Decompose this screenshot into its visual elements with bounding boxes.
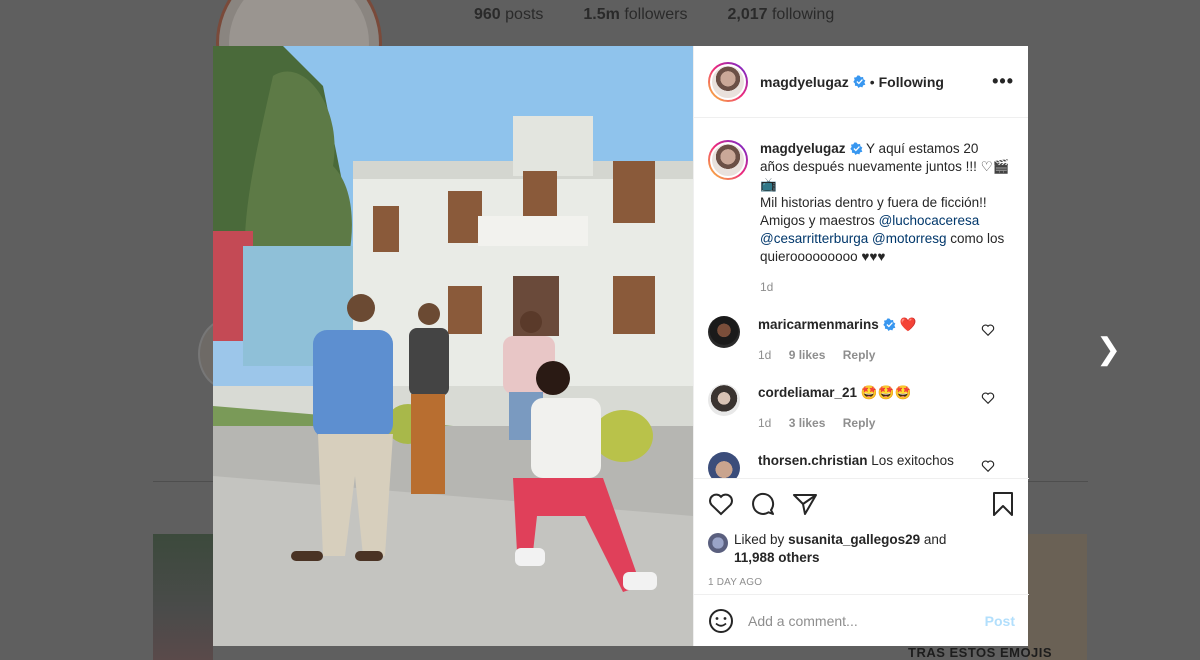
posts-stat: 960 posts xyxy=(474,6,543,24)
action-icons xyxy=(708,491,1015,517)
post-header: magdyelugaz • Following ••• xyxy=(694,46,1028,118)
grid-thumbnail-caption: TRAS ESTOS EMOJIS xyxy=(908,645,1053,660)
followers-stat: 1.5m followers xyxy=(583,6,687,24)
like-comment-heart-icon[interactable] xyxy=(981,391,995,405)
comment: cordeliamar_21 🤩🤩🤩 1d 3 likes Reply xyxy=(708,384,1015,432)
caption-author-avatar[interactable] xyxy=(708,140,748,180)
verified-badge-icon xyxy=(853,75,866,88)
mention-link[interactable]: @motorresg xyxy=(872,231,946,246)
post-comment-button[interactable]: Post xyxy=(985,613,1015,629)
comments-list[interactable]: magdyelugaz Y aquí estamos 20 años despu… xyxy=(694,118,1029,478)
comment-likes[interactable]: 3 likes xyxy=(789,416,826,430)
comment-bubble-icon[interactable] xyxy=(750,491,776,517)
reply-button[interactable]: Reply xyxy=(843,348,876,362)
mention-link[interactable]: @luchocaceresa xyxy=(879,213,980,228)
comment-text: Los exitochos xyxy=(871,453,954,468)
comment-age: 1d xyxy=(758,416,772,430)
emoji-smiley-icon[interactable] xyxy=(708,608,734,634)
comment-meta: 1d 3 likes Reply xyxy=(758,414,983,432)
commenter-avatar[interactable] xyxy=(708,384,740,416)
comment: maricarmenmarins ❤️ 1d 9 likes Reply xyxy=(708,316,1015,364)
commenter-username[interactable]: maricarmenmarins xyxy=(758,317,879,332)
profile-stats: 960 posts 1.5m followers 2,017 following xyxy=(474,6,834,24)
liked-by-text: Liked by susanita_gallegos29 and 11,988 … xyxy=(734,531,946,567)
post-photo[interactable] xyxy=(213,46,693,646)
verified-badge-icon xyxy=(883,318,896,331)
post-modal: magdyelugaz • Following ••• magdyelugaz … xyxy=(213,46,1029,646)
verified-badge-icon xyxy=(849,142,862,155)
following-count: 2,017 xyxy=(727,6,768,23)
post-side-panel: magdyelugaz • Following ••• magdyelugaz … xyxy=(693,46,1029,646)
comment-body: maricarmenmarins ❤️ 1d 9 likes Reply xyxy=(758,316,983,364)
comment-body: cordeliamar_21 🤩🤩🤩 1d 3 likes Reply xyxy=(758,384,983,432)
comment-age: 1d xyxy=(758,348,772,362)
add-comment-bar: Add a comment... Post xyxy=(694,594,1029,646)
liked-by-prefix: Liked by xyxy=(734,532,785,547)
following-button[interactable]: Following xyxy=(879,74,944,90)
posts-count: 960 xyxy=(474,6,501,23)
grid-thumbnail xyxy=(153,534,213,660)
commenter-avatar[interactable] xyxy=(708,452,740,478)
liker-username[interactable]: susanita_gallegos29 xyxy=(788,532,920,547)
post-timestamp[interactable]: 1 DAY AGO xyxy=(708,577,1015,588)
followers-count: 1.5m xyxy=(583,6,620,23)
comment-text: ❤️ xyxy=(899,317,917,332)
following-stat: 2,017 following xyxy=(727,6,834,24)
like-comment-heart-icon[interactable] xyxy=(981,459,995,473)
posts-label: posts xyxy=(505,6,544,23)
add-comment-input[interactable]: Add a comment... xyxy=(748,613,985,629)
like-heart-icon[interactable] xyxy=(708,492,734,516)
commenter-username[interactable]: cordeliamar_21 xyxy=(758,385,857,400)
comment-meta: 1d 9 likes Reply xyxy=(758,346,983,364)
followers-label: followers xyxy=(624,6,688,23)
share-paper-plane-icon[interactable] xyxy=(792,491,818,517)
reply-button[interactable]: Reply xyxy=(843,416,876,430)
commenter-avatar[interactable] xyxy=(708,316,740,348)
caption-author-username[interactable]: magdyelugaz xyxy=(760,141,846,156)
person-2 xyxy=(409,303,449,494)
more-options-icon[interactable]: ••• xyxy=(992,71,1014,92)
header-separator: • xyxy=(869,73,875,90)
post-caption: magdyelugaz Y aquí estamos 20 años despu… xyxy=(708,140,1015,296)
post-photo-illustration xyxy=(213,46,693,646)
like-comment-heart-icon[interactable] xyxy=(981,323,995,337)
mention-link[interactable]: @cesarritterburga xyxy=(760,231,868,246)
likes-count[interactable]: 11,988 others xyxy=(734,550,820,565)
post-actions: Liked by susanita_gallegos29 and 11,988 … xyxy=(694,478,1029,588)
comment-body: thorsen.christian Los exitochos xyxy=(758,452,983,478)
caption-text: magdyelugaz Y aquí estamos 20 años despu… xyxy=(760,140,1010,296)
following-label: following xyxy=(771,6,835,23)
author-avatar[interactable] xyxy=(708,61,748,102)
liked-by-and: and xyxy=(923,532,947,547)
liked-by: Liked by susanita_gallegos29 and 11,988 … xyxy=(708,531,1015,567)
save-bookmark-icon[interactable] xyxy=(991,491,1015,517)
comment-text: 🤩🤩🤩 xyxy=(860,385,912,400)
caption-meta: 1d xyxy=(760,278,1010,296)
caption-age[interactable]: 1d xyxy=(760,280,773,294)
comment-likes[interactable]: 9 likes xyxy=(789,348,826,362)
comment: thorsen.christian Los exitochos xyxy=(708,452,1015,478)
grid-thumbnail xyxy=(1028,534,1087,660)
author-username[interactable]: magdyelugaz xyxy=(760,74,849,90)
next-post-chevron-icon[interactable]: ❯ xyxy=(1096,332,1121,367)
liker-avatar[interactable] xyxy=(708,533,728,553)
commenter-username[interactable]: thorsen.christian xyxy=(758,453,868,468)
